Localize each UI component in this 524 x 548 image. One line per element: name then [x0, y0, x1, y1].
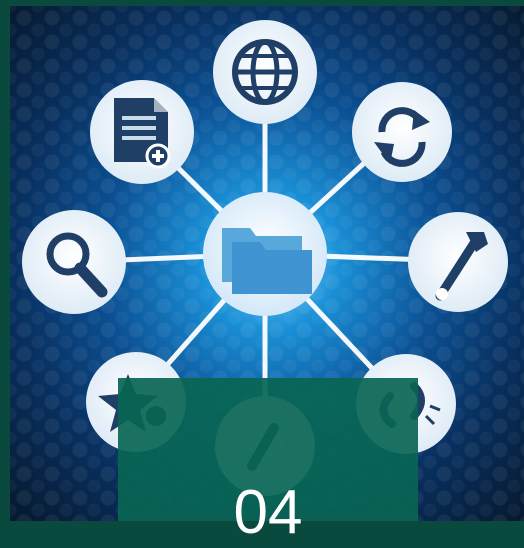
refresh-icon	[352, 82, 452, 182]
slide-number: 04	[233, 478, 303, 547]
folder-icon	[203, 192, 327, 316]
wrench-icon	[408, 212, 508, 312]
search-icon	[22, 210, 126, 314]
document-add-icon	[90, 80, 194, 184]
globe-icon	[213, 20, 317, 124]
slide-number-panel: 04	[118, 378, 418, 547]
